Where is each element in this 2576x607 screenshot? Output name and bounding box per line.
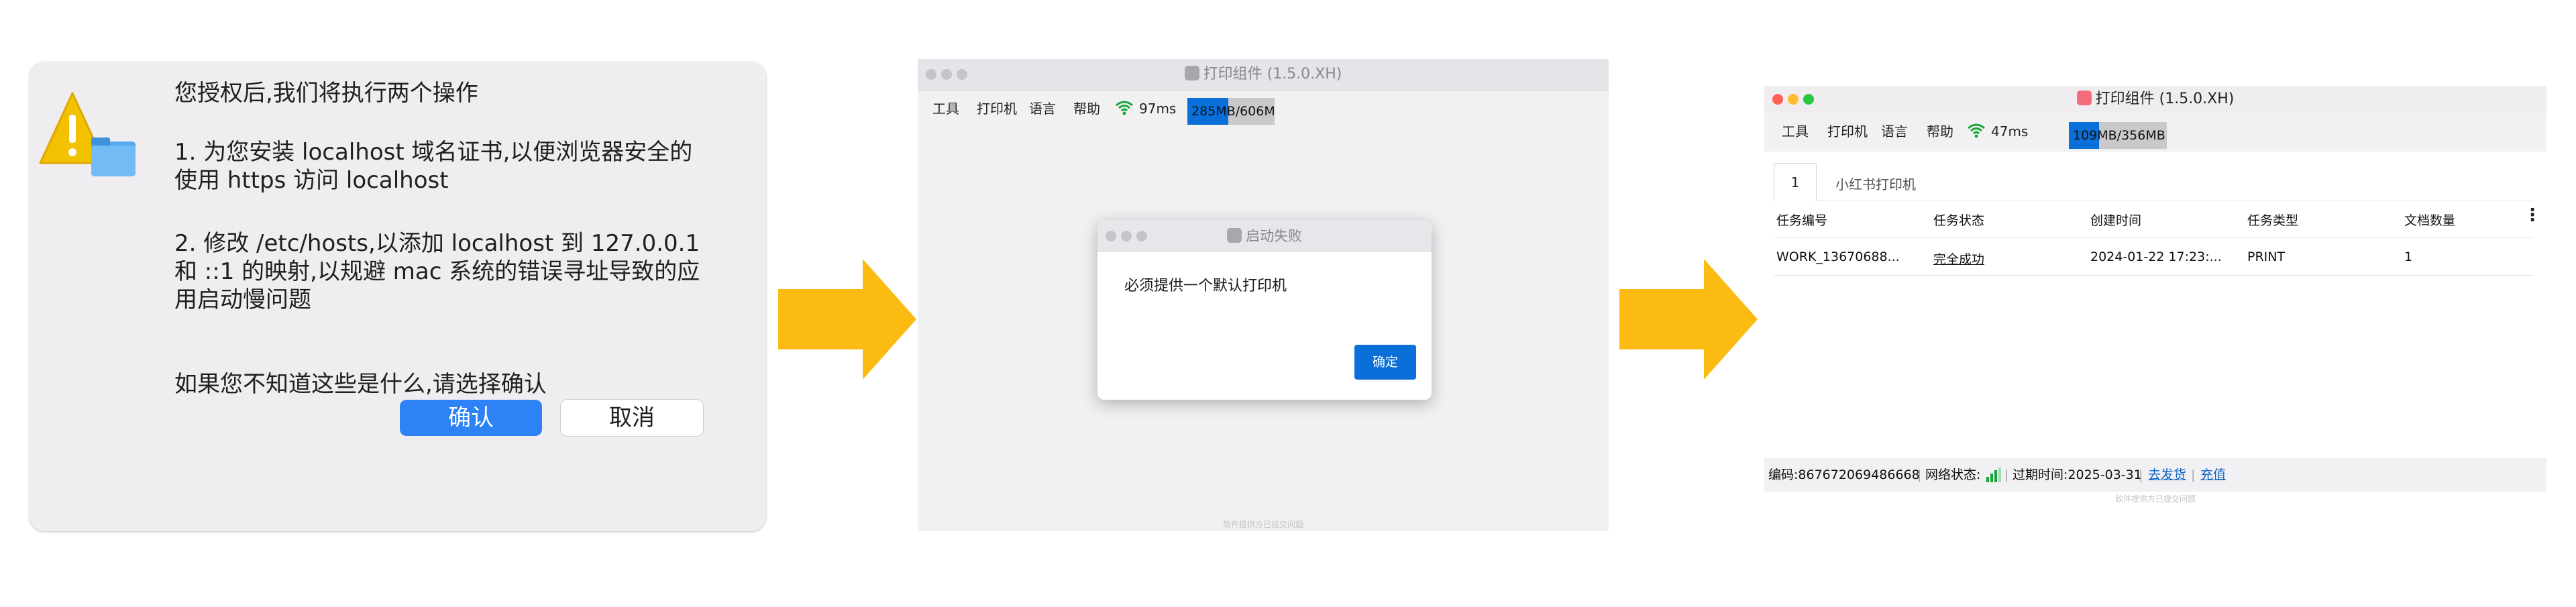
app-icon xyxy=(2076,91,2092,105)
arrow-right-icon xyxy=(778,259,916,380)
network-status-label: 网络状态: xyxy=(1925,467,1981,482)
latency-value: 47ms xyxy=(1991,123,2029,140)
menu-bar: 工具 打印机 语言 帮助 47ms 109MB/356MB xyxy=(1764,113,2546,152)
modal-title-bar: 启动失败 xyxy=(1097,220,1432,252)
print-component-window-main: 打印组件 (1.5.0.XH) 工具 打印机 语言 帮助 47ms 109MB/… xyxy=(1764,86,2546,504)
menu-tools[interactable]: 工具 xyxy=(932,101,959,117)
warning-folder-icon xyxy=(39,92,136,176)
device-code: 编码:867672069486668 xyxy=(1768,467,1920,482)
column-header-status[interactable]: 任务状态 xyxy=(1933,211,1984,229)
app-icon xyxy=(1184,66,1199,80)
wifi-icon xyxy=(1968,123,1985,138)
menu-printer[interactable]: 打印机 xyxy=(1827,123,1868,140)
startup-failed-modal: 启动失败 必须提供一个默认打印机 确定 xyxy=(1097,220,1432,400)
tab-xiaohongshu-printer[interactable]: 小红书打印机 xyxy=(1835,174,1916,193)
status-separator: | xyxy=(2139,467,2143,482)
title-bar: 打印组件 (1.5.0.XH) xyxy=(918,59,1609,91)
modal-message: 必须提供一个默认打印机 xyxy=(1124,278,1287,294)
arrow-right-icon xyxy=(1619,259,1758,380)
status-separator: | xyxy=(2004,467,2009,482)
menu-bar: 工具 打印机 语言 帮助 97ms 285MB/606MB xyxy=(918,90,1609,125)
table-row-count: 1 xyxy=(2404,250,2413,264)
footer-hint: 软件提供方已提交问题 xyxy=(2114,494,2196,504)
menu-tools[interactable]: 工具 xyxy=(1782,123,1809,140)
window-title: 打印组件 (1.5.0.XH) xyxy=(918,64,1609,85)
table-row-task-id: WORK_13670688... xyxy=(1776,250,1900,264)
column-header-task-id[interactable]: 任务编号 xyxy=(1776,211,1827,229)
status-separator: | xyxy=(2191,467,2196,482)
memory-usage-text: 109MB/356MB xyxy=(2073,128,2165,143)
table-row-status-link[interactable]: 完全成功 xyxy=(1933,250,1984,268)
table-row-created: 2024-01-22 17:23:... xyxy=(2090,250,2222,264)
dialog-title: 您授权后,我们将执行两个操作 xyxy=(174,80,478,107)
modal-title-text: 启动失败 xyxy=(1246,228,1302,244)
column-header-doc-count[interactable]: 文档数量 xyxy=(2404,211,2455,229)
tab-1[interactable]: 1 xyxy=(1774,163,1817,201)
memory-usage-bar: 109MB/356MB xyxy=(2069,122,2167,149)
status-separator: | xyxy=(1917,467,1922,482)
dialog-note: 如果您不知道这些是什么,请选择确认 xyxy=(174,371,547,398)
modal-title: 启动失败 xyxy=(1097,227,1432,245)
ok-button[interactable]: 确定 xyxy=(1354,345,1416,380)
memory-usage-bar: 285MB/606MB xyxy=(1187,98,1275,125)
menu-help[interactable]: 帮助 xyxy=(1927,123,1953,140)
column-header-created[interactable]: 创建时间 xyxy=(2090,211,2141,229)
status-bar: 编码:867672069486668 | 网络状态: | 过期时间:2025-0… xyxy=(1764,458,2546,492)
cancel-button[interactable]: 取消 xyxy=(561,400,703,436)
footer-hint: 软件提供方已提交问题 xyxy=(1222,520,1303,529)
dialog-item-2: 2. 修改 /etc/hosts,以添加 localhost 到 127.0.0… xyxy=(174,230,700,313)
title-bar: 打印组件 (1.5.0.XH) xyxy=(1764,86,2546,113)
confirm-button[interactable]: 确认 xyxy=(400,400,542,436)
dialog-item-1: 1. 为您安装 localhost 域名证书,以便浏览器安全的使用 https … xyxy=(174,139,693,194)
signal-icon xyxy=(1986,467,2001,482)
menu-language[interactable]: 语言 xyxy=(1881,123,1908,140)
recharge-link[interactable]: 充值 xyxy=(2200,458,2226,492)
column-header-type[interactable]: 任务类型 xyxy=(2247,211,2298,229)
window-title: 打印组件 (1.5.0.XH) xyxy=(1764,89,2546,109)
more-options-icon[interactable]: ⋮ xyxy=(2524,205,2541,225)
menu-help[interactable]: 帮助 xyxy=(1073,101,1100,117)
header-divider xyxy=(1774,237,2533,238)
menu-printer[interactable]: 打印机 xyxy=(977,101,1017,117)
table-row-type: PRINT xyxy=(2247,250,2286,264)
app-icon xyxy=(1227,228,1242,243)
ship-link[interactable]: 去发货 xyxy=(2148,458,2186,492)
menu-language[interactable]: 语言 xyxy=(1029,101,1056,117)
window-title-text: 打印组件 (1.5.0.XH) xyxy=(1203,66,1342,82)
row-divider xyxy=(1774,275,2533,276)
expiry-date: 过期时间:2025-03-31 xyxy=(2012,467,2142,482)
memory-usage-text: 285MB/606MB xyxy=(1191,104,1275,119)
window-title-text: 打印组件 (1.5.0.XH) xyxy=(2095,91,2235,107)
wifi-icon xyxy=(1116,101,1133,115)
latency-value: 97ms xyxy=(1139,101,1177,117)
